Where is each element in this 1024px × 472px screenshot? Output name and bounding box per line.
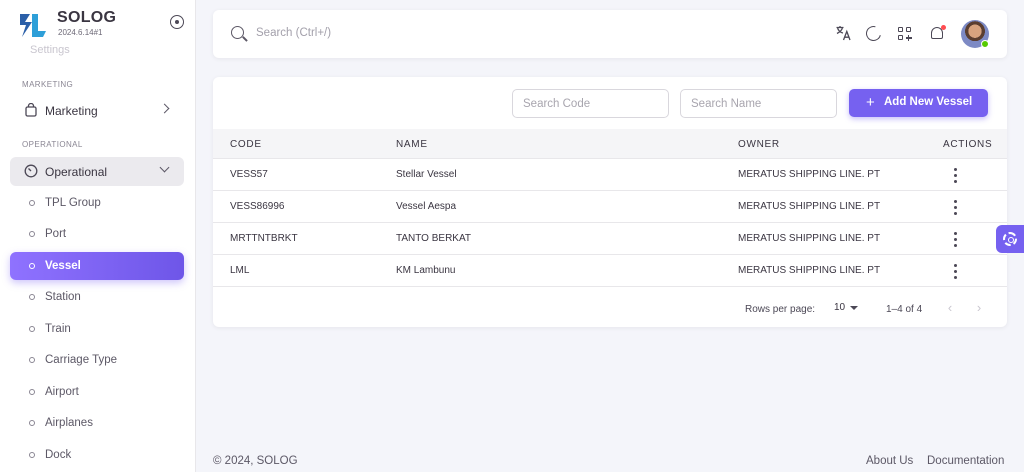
circle-icon [29,263,35,269]
chevron-right-icon[interactable]: › [973,301,985,315]
moon-glyph [863,23,884,44]
rows-per-page-label: Rows per page: [745,304,816,315]
search-icon[interactable] [231,26,244,39]
sidebar-item-vessel[interactable]: Vessel [10,252,184,280]
brand-name: SOLOG [57,9,117,26]
more-vertical-icon[interactable] [953,200,957,216]
collapse-sidebar-icon[interactable] [170,15,184,29]
add-button-label: Add New Vessel [884,96,973,108]
sidebar-item-marketing[interactable]: Marketing [10,96,184,125]
column-header-code[interactable]: CODE [230,139,262,150]
sidebar-item-label: Station [45,291,81,303]
translate-glyph [836,26,851,41]
cell-code: VESS86996 [230,201,285,212]
table-row[interactable]: MRTTNTBRKT TANTO BERKAT MERATUS SHIPPING… [213,223,1007,255]
sidebar-item-operational[interactable]: Operational [10,157,184,186]
online-status-badge [981,40,989,48]
cell-name: Stellar Vessel [396,169,457,180]
global-search-input[interactable]: Search (Ctrl+/) [256,27,331,39]
brand[interactable]: SOLOG 2024.6.14#1 [18,8,188,42]
search-name-input[interactable] [680,89,837,118]
grid-glyph [898,27,912,41]
grid-add-icon[interactable] [895,24,915,44]
cell-code: VESS57 [230,169,268,180]
column-header-actions: ACTIONS [943,139,993,150]
vessel-card: + Add New Vessel CODE NAME OWNER ACTIONS… [213,77,1007,327]
footer-link-documentation[interactable]: Documentation [927,455,1004,467]
cell-owner: MERATUS SHIPPING LINE. PT [738,233,881,244]
cell-code: MRTTNTBRKT [230,233,298,244]
circle-icon [29,452,35,458]
rows-per-page-select[interactable]: 10 [834,302,845,313]
circle-icon [29,357,35,363]
more-vertical-icon[interactable] [953,168,957,184]
footer-link-about-us[interactable]: About Us [866,455,913,467]
section-marketing: MARKETING [22,80,74,89]
table-header: CODE NAME OWNER ACTIONS [213,129,1007,159]
sidebar-item-station[interactable]: Station [10,283,184,311]
table-row[interactable]: LML KM Lambunu MERATUS SHIPPING LINE. PT [213,255,1007,287]
sidebar-item-dock[interactable]: Dock [10,441,184,469]
gauge-icon [24,164,38,178]
sidebar-item-port[interactable]: Port [10,220,184,248]
cell-name: Vessel Aespa [396,201,457,212]
circle-icon [29,294,35,300]
column-header-name[interactable]: NAME [396,139,428,150]
topbar: Search (Ctrl+/) [213,10,1007,58]
circle-icon [29,200,35,206]
circle-icon [29,326,35,332]
sidebar-item-train[interactable]: Train [10,315,184,343]
more-vertical-icon[interactable] [953,232,957,248]
solog-logo-icon [20,14,46,37]
shopping-bag-icon [25,103,37,117]
circle-icon [29,389,35,395]
chevron-down-icon [159,162,170,173]
sidebar-item-tpl-group[interactable]: TPL Group [10,189,184,217]
circle-icon [29,420,35,426]
cell-owner: MERATUS SHIPPING LINE. PT [738,265,881,276]
sidebar-item-airport[interactable]: Airport [10,378,184,406]
sidebar-item-truncated[interactable]: Settings [30,44,70,56]
sidebar-item-label: Carriage Type [45,354,118,366]
search-code-input[interactable] [512,89,669,118]
sidebar-item-label: TPL Group [45,197,101,209]
add-new-vessel-button[interactable]: + Add New Vessel [849,89,988,117]
plus-icon: + [866,94,875,111]
sidebar-item-label: Train [45,323,71,335]
sidebar-item-carriage-type[interactable]: Carriage Type [10,346,184,374]
cell-owner: MERATUS SHIPPING LINE. PT [738,169,881,180]
customizer-toggle-button[interactable] [996,225,1024,253]
moon-icon[interactable] [863,23,884,44]
table-row[interactable]: VESS86996 Vessel Aespa MERATUS SHIPPING … [213,191,1007,223]
sidebar-item-label: Airplanes [45,417,93,429]
sidebar-item-airplanes[interactable]: Airplanes [10,409,184,437]
footer-copyright: © 2024, SOLOG [213,455,298,467]
notification-dot [941,25,946,30]
sidebar-item-label: Port [45,228,67,240]
chevron-left-icon[interactable]: ‹ [944,301,956,315]
sidebar-item-label: Airport [45,386,79,398]
translate-icon[interactable] [834,24,854,44]
cell-code: LML [230,265,250,276]
cell-name: KM Lambunu [396,265,456,276]
brand-version: 2024.6.14#1 [58,28,103,37]
sidebar-item-label: Operational [45,165,108,179]
column-header-owner[interactable]: OWNER [738,139,780,150]
sidebar-item-label: Marketing [45,104,98,118]
table-row[interactable]: VESS57 Stellar Vessel MERATUS SHIPPING L… [213,159,1007,191]
chevron-right-icon [159,103,170,114]
pagination-range: 1–4 of 4 [886,304,923,315]
more-vertical-icon[interactable] [953,264,957,280]
caret-down-icon[interactable] [850,306,858,310]
sidebar-item-label: Dock [45,449,72,461]
cell-name: TANTO BERKAT [396,233,472,244]
gear-icon [1003,232,1017,246]
sidebar-item-label: Vessel [45,260,81,272]
section-operational: OPERATIONAL [22,140,83,149]
cell-owner: MERATUS SHIPPING LINE. PT [738,201,881,212]
circle-icon [29,231,35,237]
sidebar: SOLOG 2024.6.14#1 Settings MARKETING Mar… [0,0,196,472]
